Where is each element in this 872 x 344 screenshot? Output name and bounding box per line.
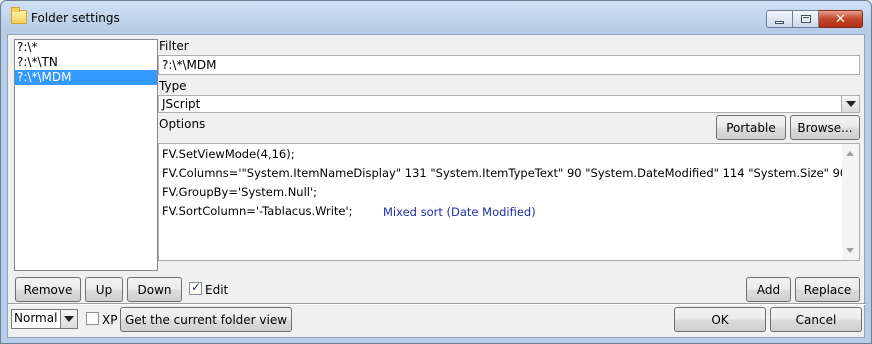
xp-label: XP (102, 313, 118, 327)
chevron-down-icon[interactable] (841, 96, 859, 112)
dialog-client-area: ?:\* ?:\*\TN ?:\*\MDM Filter ?:\*\MDM Ty… (7, 34, 866, 338)
scroll-down-icon[interactable] (846, 248, 854, 253)
options-editor[interactable]: FV.SetViewMode(4,16); FV.Columns='"Syste… (158, 143, 860, 261)
replace-button[interactable]: Replace (795, 277, 860, 302)
down-button[interactable]: Down (127, 277, 182, 302)
type-select[interactable]: JScript (158, 95, 860, 113)
title-bar[interactable]: Folder settings ✕ (1, 1, 871, 35)
options-scrollbar[interactable] (842, 144, 859, 260)
divider (8, 303, 866, 305)
close-button[interactable]: ✕ (819, 10, 863, 28)
list-item[interactable]: ?:\* (15, 40, 157, 55)
folder-icon (11, 7, 27, 24)
window-controls: ✕ (766, 10, 863, 28)
remove-button[interactable]: Remove (15, 277, 81, 302)
options-line: FV.SetViewMode(4,16); (162, 147, 295, 161)
minimize-icon (775, 20, 784, 24)
options-line: FV.GroupBy='System.Null'; (162, 185, 318, 199)
window-title: Folder settings (31, 11, 120, 25)
options-note: Mixed sort (Date Modified) (383, 205, 536, 219)
options-label: Options (159, 117, 206, 131)
up-button[interactable]: Up (85, 277, 123, 302)
filter-input[interactable]: ?:\*\MDM (158, 55, 860, 75)
xp-checkbox[interactable] (86, 312, 99, 325)
options-line: FV.Columns='"System.ItemNameDisplay" 131… (162, 166, 855, 180)
list-item-selected[interactable]: ?:\*\MDM (15, 70, 157, 85)
view-mode-select[interactable]: Normal (11, 309, 78, 329)
edit-checkbox[interactable] (189, 280, 202, 295)
portable-button[interactable]: Portable (716, 115, 786, 140)
filter-list[interactable]: ?:\* ?:\*\TN ?:\*\MDM (14, 39, 158, 271)
browse-button[interactable]: Browse... (790, 115, 860, 140)
add-button[interactable]: Add (746, 277, 791, 302)
list-item[interactable]: ?:\*\TN (15, 55, 157, 70)
type-label: Type (159, 79, 187, 93)
scroll-up-icon[interactable] (846, 151, 854, 156)
cancel-button[interactable]: Cancel (770, 307, 862, 332)
folder-settings-window: Folder settings ✕ ?:\* ?:\*\TN ?:\*\MDM … (0, 0, 872, 344)
minimize-button[interactable] (766, 10, 793, 28)
maximize-button[interactable] (793, 10, 819, 28)
get-current-folder-view-button[interactable]: Get the current folder view (120, 307, 292, 332)
chevron-down-icon[interactable] (60, 310, 77, 328)
filter-label: Filter (159, 39, 189, 53)
type-select-value: JScript (162, 97, 201, 111)
edit-label: Edit (205, 283, 229, 297)
close-icon: ✕ (835, 11, 846, 27)
view-mode-value: Normal (14, 311, 58, 325)
ok-button[interactable]: OK (674, 307, 766, 332)
maximize-icon (800, 15, 811, 23)
options-line: FV.SortColumn='-Tablacus.Write'; (162, 204, 353, 218)
